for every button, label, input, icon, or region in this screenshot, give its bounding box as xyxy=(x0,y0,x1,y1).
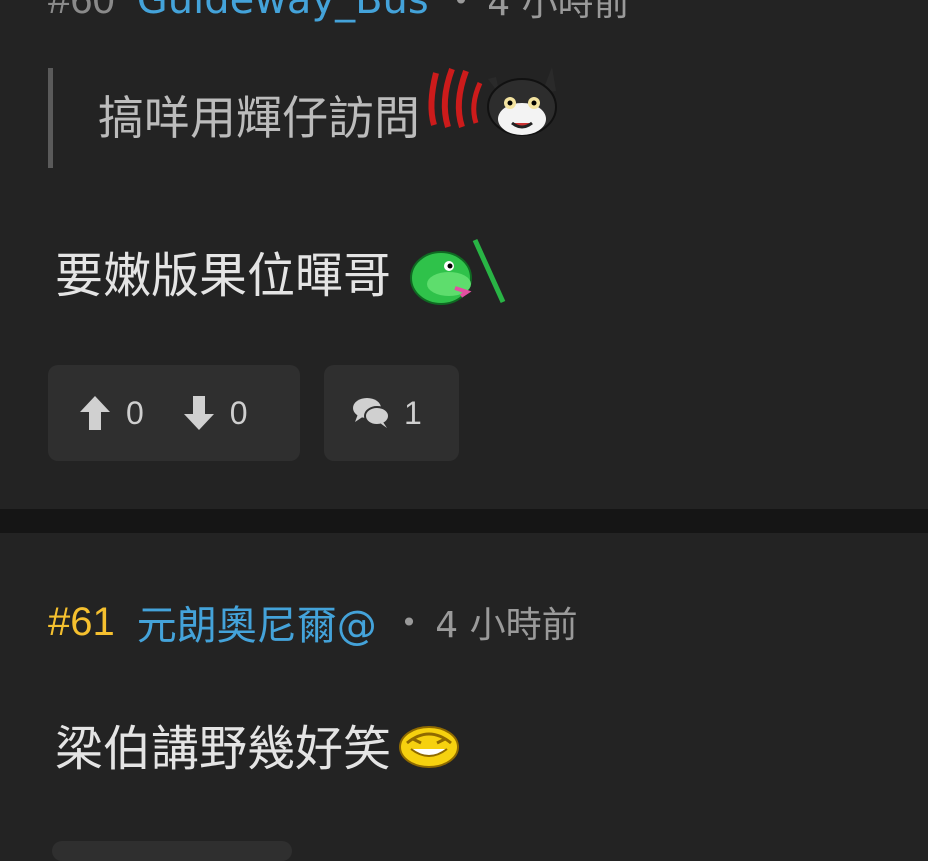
vote-box-partial xyxy=(52,841,292,861)
post-content: 要嫩版果位暉哥 xyxy=(55,236,513,316)
meta-separator: • xyxy=(400,605,418,639)
upvote-icon[interactable] xyxy=(78,394,112,432)
username-link[interactable]: 元朗奧尼爾@ xyxy=(137,593,377,651)
post-meta: #61 元朗奧尼爾@ • 4 小時前 xyxy=(48,593,578,651)
post-61: #61 元朗奧尼爾@ • 4 小時前 梁伯講野幾好笑 xyxy=(0,533,928,861)
post-time: 4 小時前 xyxy=(487,0,630,24)
content-text: 要嫩版果位暉哥 xyxy=(55,248,392,304)
downvote-count: 0 xyxy=(229,394,248,431)
upvote-count: 0 xyxy=(126,394,144,431)
post-meta: #60 Guideway_Bus • 4 小時前 xyxy=(48,0,630,26)
laughing-face-emoji xyxy=(397,721,461,777)
quote-block: 搞咩用輝仔訪問 xyxy=(48,65,559,168)
green-snake-emoji xyxy=(409,236,513,316)
downvote-icon[interactable] xyxy=(182,394,216,432)
quote-text: 搞咩用輝仔訪問 xyxy=(98,91,420,145)
post-divider xyxy=(0,509,928,533)
floor-number: #60 xyxy=(48,0,115,23)
post-actions: 0 0 1 xyxy=(48,365,459,461)
post-60: #60 Guideway_Bus • 4 小時前 搞咩用輝仔訪問 xyxy=(0,0,928,509)
reply-button[interactable]: 1 xyxy=(324,365,459,461)
vote-box: 0 0 xyxy=(48,365,300,461)
cat-scratch-emoji xyxy=(424,65,559,141)
username-link[interactable]: Guideway_Bus xyxy=(137,0,429,23)
post-time: 4 小時前 xyxy=(435,605,578,646)
floor-number: #61 xyxy=(48,599,115,644)
meta-separator: • xyxy=(452,0,470,17)
post-content: 梁伯講野幾好笑 xyxy=(55,721,461,777)
comments-icon xyxy=(352,396,390,430)
reply-count: 1 xyxy=(404,394,422,431)
content-text: 梁伯講野幾好笑 xyxy=(55,721,392,777)
